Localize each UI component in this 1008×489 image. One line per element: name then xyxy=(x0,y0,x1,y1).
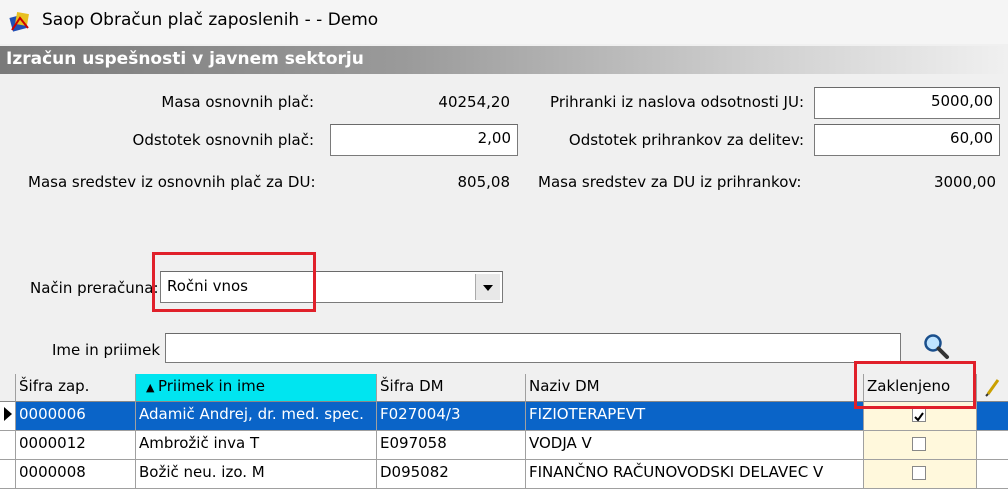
odstotek-prihrankov-value: 60,00 xyxy=(950,129,993,147)
col-header-naziv-dm[interactable]: Naziv DM xyxy=(526,374,864,402)
chevron-down-icon xyxy=(483,285,493,291)
locked-checkbox[interactable] xyxy=(912,466,926,480)
col-header-priimek-label: Priimek in ime xyxy=(157,377,265,395)
masa-osnovnih-label: Masa osnovnih plač: xyxy=(161,93,314,111)
table-cell-zaklenjeno[interactable] xyxy=(864,460,977,489)
table-cell-edit[interactable] xyxy=(977,431,1008,460)
locked-checkbox[interactable] xyxy=(912,408,926,422)
table-cell-sifra[interactable]: 0000008 xyxy=(16,460,136,489)
table-cell-edit[interactable] xyxy=(977,402,1008,431)
row-indicator-header xyxy=(0,374,16,402)
row-indicator[interactable] xyxy=(0,402,16,431)
ime-label: Ime in priimek xyxy=(52,341,161,359)
table-cell-ime[interactable]: Ambrožič inva T xyxy=(136,431,377,460)
masa-osnovnih-value: 40254,20 xyxy=(438,93,510,111)
prihranki-input[interactable]: 5000,00 xyxy=(814,87,1000,119)
window-title: Saop Obračun plač zaposlenih - - Demo xyxy=(42,10,379,30)
row-indicator[interactable] xyxy=(0,460,16,489)
highlight-box-nacin xyxy=(152,252,316,312)
col-header-priimek[interactable]: ▲ Priimek in ime xyxy=(136,374,377,402)
table-cell-sifra[interactable]: 0000012 xyxy=(16,431,136,460)
masa-sredstev-value: 805,08 xyxy=(457,173,511,191)
sort-asc-icon: ▲ xyxy=(146,381,158,394)
odstotek-osnovnih-label: Odstotek osnovnih plač: xyxy=(132,131,314,149)
masa-sredstev-label: Masa sredstev iz osnovnih plač za DU: xyxy=(28,173,316,191)
table-cell-sifra-dm[interactable]: F027004/3 xyxy=(377,402,526,431)
table-cell-naziv-dm[interactable]: FIZIOTERAPEVT xyxy=(526,402,864,431)
checkmark-icon xyxy=(914,412,924,422)
odstotek-prihrankov-label: Odstotek prihrankov za delitev: xyxy=(568,131,804,149)
table-cell-ime[interactable]: Božič neu. izo. M xyxy=(136,460,377,489)
table-cell-sifra[interactable]: 0000006 xyxy=(16,402,136,431)
section-title: Izračun uspešnosti v javnem sektorju xyxy=(6,49,364,69)
odstotek-osnovnih-input[interactable]: 2,00 xyxy=(330,124,518,156)
search-icon[interactable] xyxy=(922,332,950,360)
odstotek-prihrankov-input[interactable]: 60,00 xyxy=(814,124,1000,156)
table-cell-sifra-dm[interactable]: D095082 xyxy=(377,460,526,489)
table-cell-zaklenjeno[interactable] xyxy=(864,431,977,460)
highlight-box-zaklenjeno xyxy=(854,361,976,409)
odstotek-osnovnih-value: 2,00 xyxy=(477,129,511,147)
nacin-label: Način preračuna: xyxy=(30,279,159,297)
table-cell-ime[interactable]: Adamič Andrej, dr. med. spec. xyxy=(136,402,377,431)
masa-prihrankov-value: 3000,00 xyxy=(933,173,996,191)
col-header-sifra[interactable]: Šifra zap. xyxy=(16,374,136,402)
masa-prihrankov-label: Masa sredstev za DU iz prihrankov: xyxy=(538,173,802,191)
table-cell-edit[interactable] xyxy=(977,460,1008,489)
app-icon xyxy=(9,12,29,32)
row-indicator[interactable] xyxy=(0,431,16,460)
current-row-arrow-icon xyxy=(4,407,12,421)
prihranki-value: 5000,00 xyxy=(930,92,993,110)
prihranki-label: Prihranki iz naslova odsotnosti JU: xyxy=(550,93,804,111)
table-cell-sifra-dm[interactable]: E097058 xyxy=(377,431,526,460)
dropdown-button[interactable] xyxy=(475,274,500,300)
col-header-sifra-dm[interactable]: Šifra DM xyxy=(377,374,526,402)
locked-checkbox[interactable] xyxy=(912,437,926,451)
edit-column-header[interactable] xyxy=(977,374,1008,402)
table-cell-naziv-dm[interactable]: VODJA V xyxy=(526,431,864,460)
table-cell-naziv-dm[interactable]: FINANČNO RAČUNOVODSKI DELAVEC V xyxy=(526,460,864,489)
ime-input[interactable] xyxy=(165,333,901,363)
pencil-icon xyxy=(985,379,1000,397)
